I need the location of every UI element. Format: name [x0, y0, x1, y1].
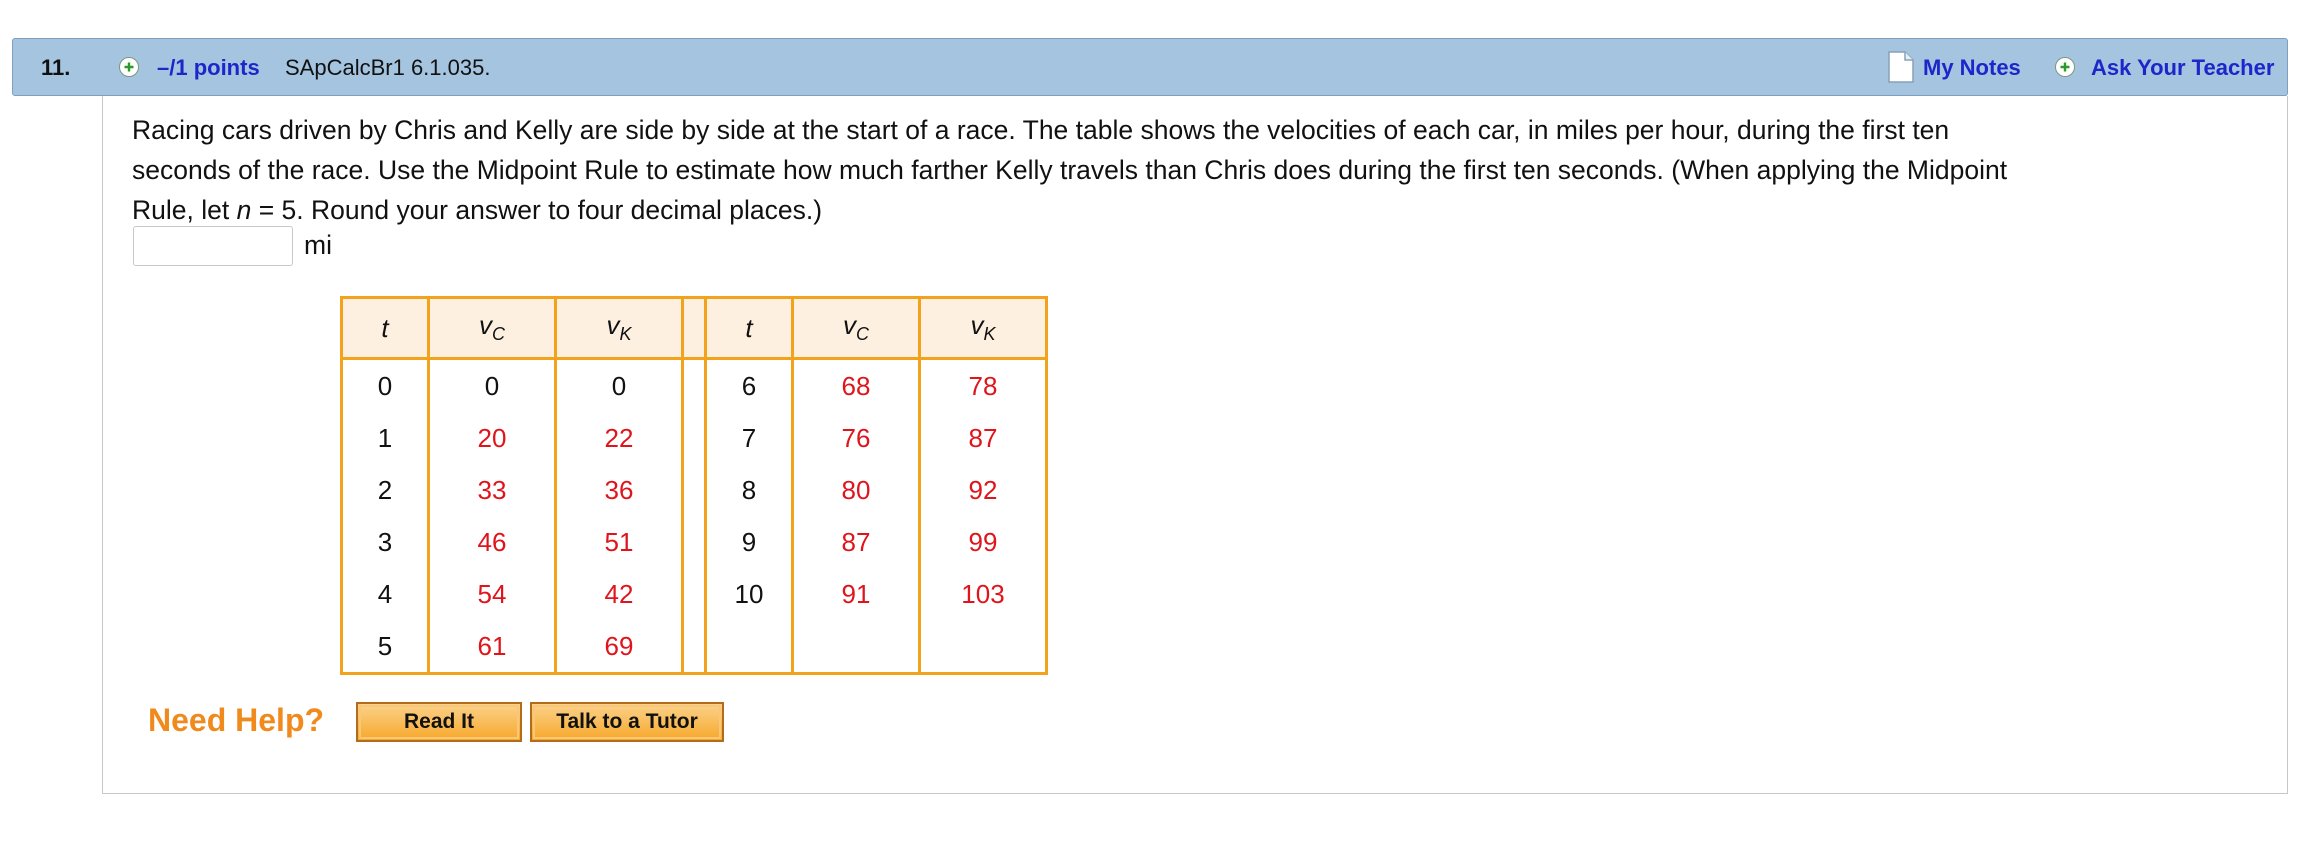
table-separator [681, 297, 707, 360]
answer-input[interactable] [133, 226, 293, 266]
header-t-left: t [340, 297, 430, 360]
question-line-3: Rule, let n = 5. Round your answer to fo… [132, 195, 823, 225]
read-it-button[interactable]: Read It [356, 702, 522, 742]
table-row: 1 20 22 7 76 87 [340, 412, 1048, 464]
question-source: SApCalcBr1 6.1.035. [285, 55, 491, 80]
header-vk-right: vK [918, 297, 1048, 360]
ask-teacher-link[interactable]: Ask Your Teacher [2091, 55, 2274, 81]
question-number: 11. [41, 55, 71, 80]
answer-unit: mi [304, 230, 332, 260]
table-row: 0 0 0 6 68 78 [340, 358, 1048, 412]
question-header: 11. –/1 points SApCalcBr1 6.1.035. My No… [12, 38, 2288, 96]
question-line-1: Racing cars driven by Chris and Kelly ar… [132, 115, 1950, 145]
ask-plus-icon[interactable] [2055, 57, 2075, 77]
table-row: 4 54 42 10 91 103 [340, 568, 1048, 620]
velocity-table: t vC vK t vC vK 0 0 0 6 68 78 1 20 22 7 … [340, 296, 1048, 675]
question-text: Racing cars driven by Chris and Kelly ar… [132, 110, 2262, 230]
header-t-right: t [704, 297, 794, 360]
header-vk-left: vK [554, 297, 684, 360]
my-notes-link[interactable]: My Notes [1923, 55, 2021, 81]
note-page-icon[interactable] [1888, 51, 1914, 83]
header-vc-left: vC [427, 297, 557, 360]
table-row: 3 46 51 9 87 99 [340, 516, 1048, 568]
points-link[interactable]: –/1 points [157, 55, 260, 81]
table-row: 2 33 36 8 80 92 [340, 464, 1048, 516]
question-line-2: seconds of the race. Use the Midpoint Ru… [132, 155, 2008, 185]
talk-to-tutor-button[interactable]: Talk to a Tutor [530, 702, 724, 742]
expand-plus-icon[interactable] [119, 57, 139, 77]
table-row: 5 61 69 [340, 620, 1048, 674]
variable-n: n [236, 195, 252, 225]
header-vc-right: vC [791, 297, 921, 360]
need-help-label: Need Help? [148, 702, 325, 738]
